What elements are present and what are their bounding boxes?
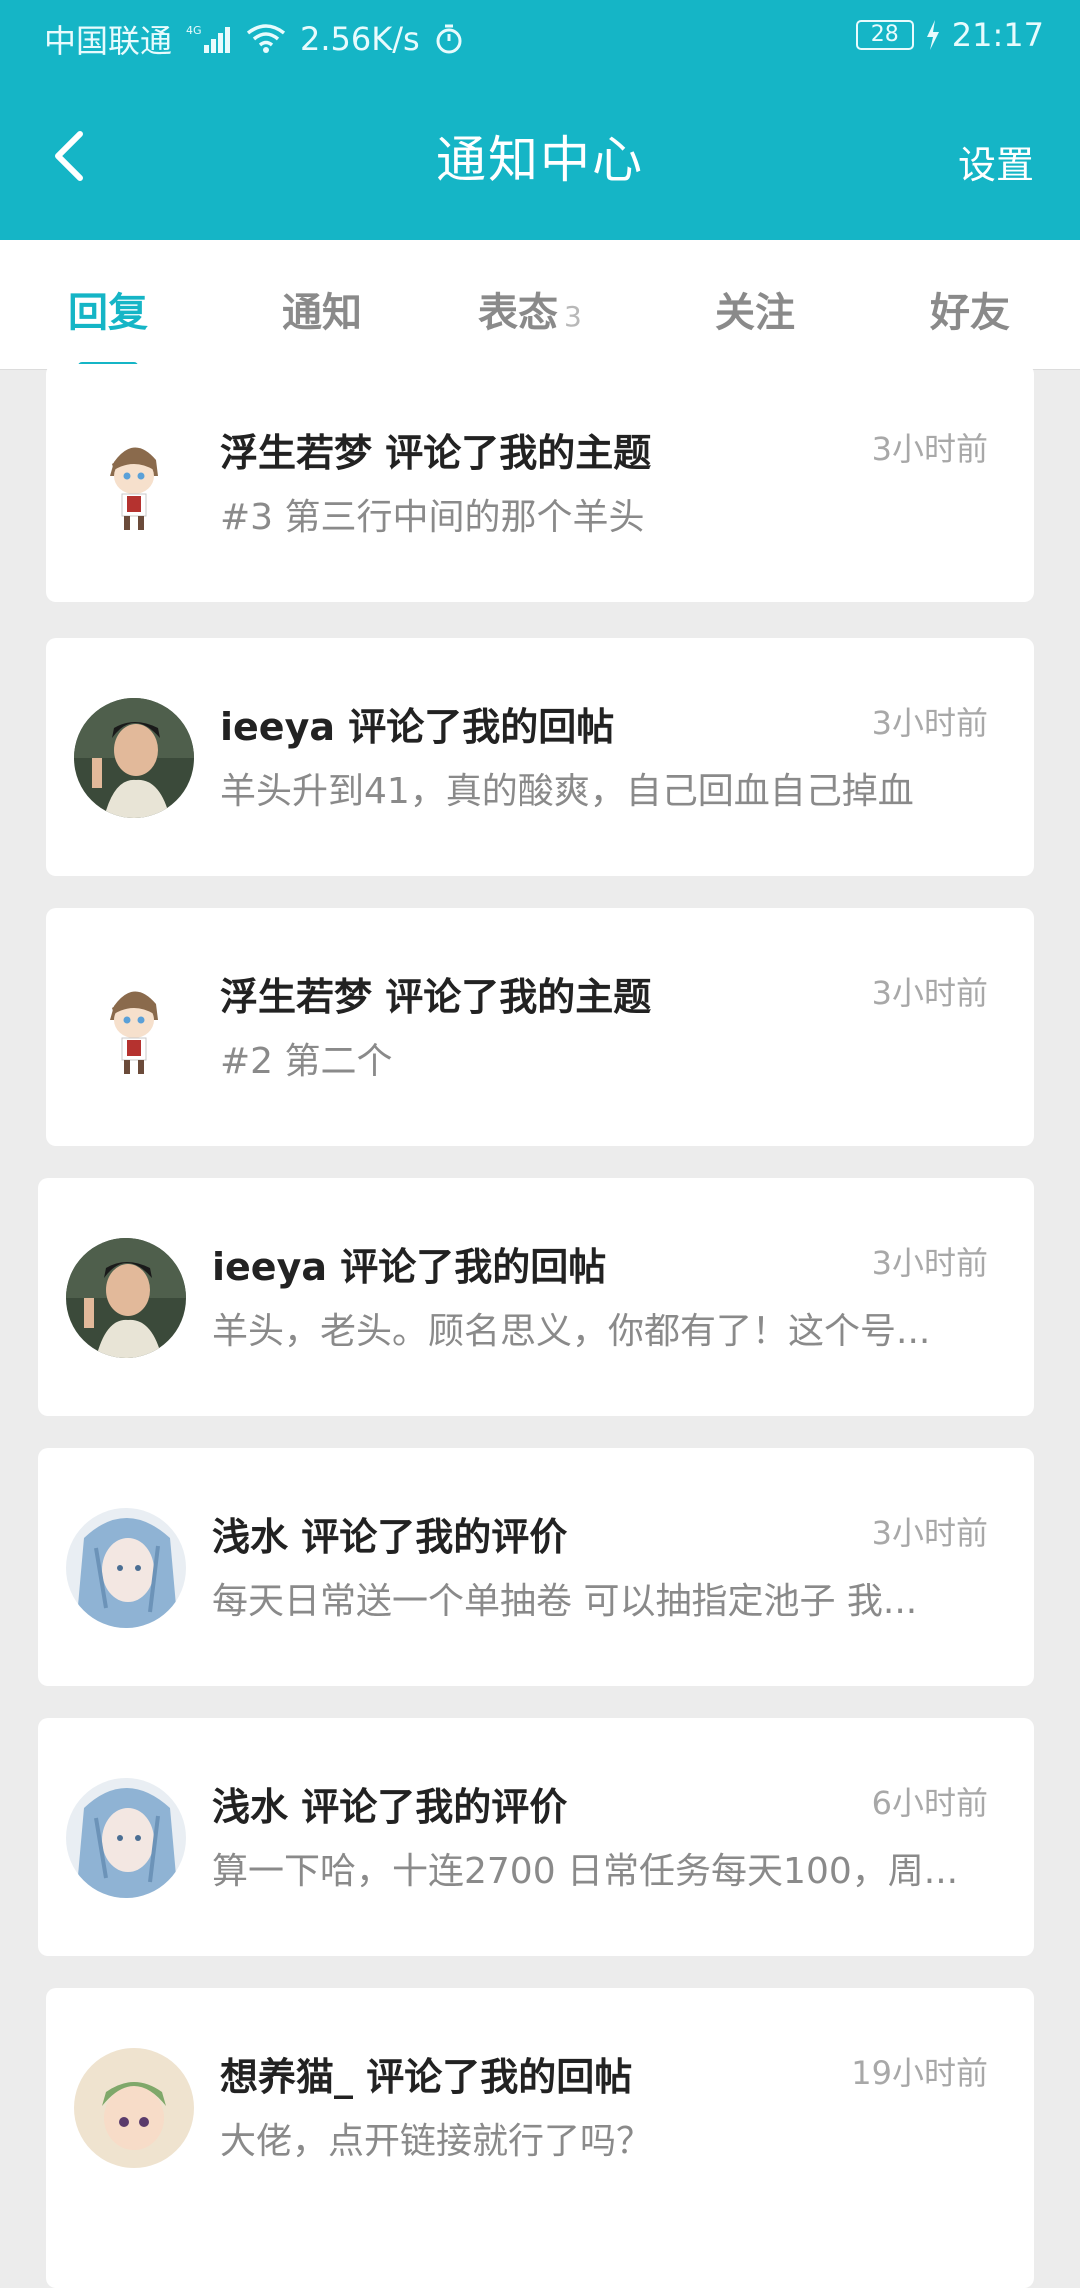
notification-title: 浮生若梦 评论了我的主题 xyxy=(220,431,652,475)
avatar[interactable] xyxy=(66,1778,186,1898)
notification-snippet: #2 第二个 xyxy=(220,1041,393,1082)
signal-icon: 4G xyxy=(186,23,232,55)
carrier-label: 中国联通 xyxy=(44,22,173,60)
notification-snippet: 每天日常送一个单抽卷 可以抽指定池子 我... xyxy=(212,1581,918,1622)
avatar[interactable] xyxy=(74,698,194,818)
notification-time: 3小时前 xyxy=(871,1514,988,1552)
avatar[interactable] xyxy=(74,424,194,544)
network-speed: 2.56K/s xyxy=(300,20,420,58)
notification-card[interactable]: ieeya 评论了我的回帖 3小时前 羊头升到41，真的酸爽，自己回血自己掉血 xyxy=(46,638,1034,876)
notification-time: 3小时前 xyxy=(871,430,988,468)
notification-snippet: 算一下哈，十连2700 日常任务每天100，周... xyxy=(212,1851,959,1892)
tab-reaction[interactable]: 表态 3 xyxy=(478,280,582,338)
clock: 21:17 xyxy=(951,16,1044,54)
wifi-icon xyxy=(246,23,286,55)
charging-icon xyxy=(926,20,940,50)
tab-label: 回复 xyxy=(68,290,148,336)
notification-snippet: 大佬，点开链接就行了吗？ xyxy=(220,2121,653,2162)
tab-follow[interactable]: 关注 xyxy=(715,280,795,338)
chibi-character-avatar-icon xyxy=(74,424,194,544)
status-bar: 中国联通 4G 2.56K/s 28 21:17 xyxy=(0,0,1080,72)
avatar[interactable] xyxy=(66,1238,186,1358)
anime-green-hair-avatar-icon xyxy=(74,2048,194,2168)
avatar[interactable] xyxy=(74,968,194,1088)
notification-time: 3小时前 xyxy=(871,704,988,742)
title-bar: 通知中心 设置 xyxy=(0,72,1080,240)
notification-card[interactable]: 浅水 评论了我的评价 6小时前 算一下哈，十连2700 日常任务每天100，周.… xyxy=(38,1718,1034,1956)
page-title: 通知中心 xyxy=(436,131,644,189)
notification-time: 19小时前 xyxy=(851,2054,988,2092)
tab-label: 好友 xyxy=(930,290,1010,336)
tab-bar: 回复 通知 表态 3 关注 好友 xyxy=(0,240,1080,370)
notification-card[interactable]: 浅水 评论了我的评价 3小时前 每天日常送一个单抽卷 可以抽指定池子 我... xyxy=(38,1448,1034,1686)
notification-card[interactable]: 浮生若梦 评论了我的主题 3小时前 #2 第二个 xyxy=(46,908,1034,1146)
timer-icon xyxy=(434,23,464,55)
tab-label: 关注 xyxy=(715,290,795,336)
notification-title: 浮生若梦 评论了我的主题 xyxy=(220,975,652,1019)
man-photo-avatar-icon xyxy=(74,698,194,818)
anime-blue-hair-avatar-icon xyxy=(66,1508,186,1628)
notification-title: 浅水 评论了我的评价 xyxy=(212,1785,568,1829)
chibi-character-avatar-icon xyxy=(74,968,194,1088)
notification-title: 浅水 评论了我的评价 xyxy=(212,1515,568,1559)
notification-title: ieeya 评论了我的回帖 xyxy=(212,1245,607,1289)
tab-friends[interactable]: 好友 xyxy=(930,280,1010,338)
anime-blue-hair-avatar-icon xyxy=(66,1778,186,1898)
tab-label: 通知 xyxy=(282,290,362,336)
battery-icon: 28 xyxy=(855,20,914,50)
notification-snippet: 羊头升到41，真的酸爽，自己回血自己掉血 xyxy=(220,771,914,812)
tab-label: 表态 xyxy=(478,290,558,336)
notification-title: ieeya 评论了我的回帖 xyxy=(220,705,615,749)
notification-title: 想养猫_ 评论了我的回帖 xyxy=(220,2055,633,2099)
tab-reply[interactable]: 回复 xyxy=(68,280,148,338)
settings-button[interactable]: 设置 xyxy=(958,134,1034,189)
notification-card[interactable]: ieeya 评论了我的回帖 3小时前 羊头，老头。顾名思义，你都有了！这个号..… xyxy=(38,1178,1034,1416)
man-photo-avatar-icon xyxy=(66,1238,186,1358)
svg-text:4G: 4G xyxy=(186,24,202,37)
notification-card[interactable]: 浮生若梦 评论了我的主题 3小时前 #3 第三行中间的那个羊头 xyxy=(46,364,1034,602)
tab-notice[interactable]: 通知 xyxy=(282,280,362,338)
notification-time: 6小时前 xyxy=(871,1784,988,1822)
notification-snippet: 羊头，老头。顾名思义，你都有了！这个号... xyxy=(212,1311,931,1352)
avatar[interactable] xyxy=(66,1508,186,1628)
tab-count-badge: 3 xyxy=(564,300,582,333)
notification-time: 3小时前 xyxy=(871,1244,988,1282)
notification-card[interactable]: 想养猫_ 评论了我的回帖 19小时前 大佬，点开链接就行了吗？ xyxy=(46,1988,1034,2288)
notification-time: 3小时前 xyxy=(871,974,988,1012)
notification-snippet: #3 第三行中间的那个羊头 xyxy=(220,497,645,538)
avatar[interactable] xyxy=(74,2048,194,2168)
